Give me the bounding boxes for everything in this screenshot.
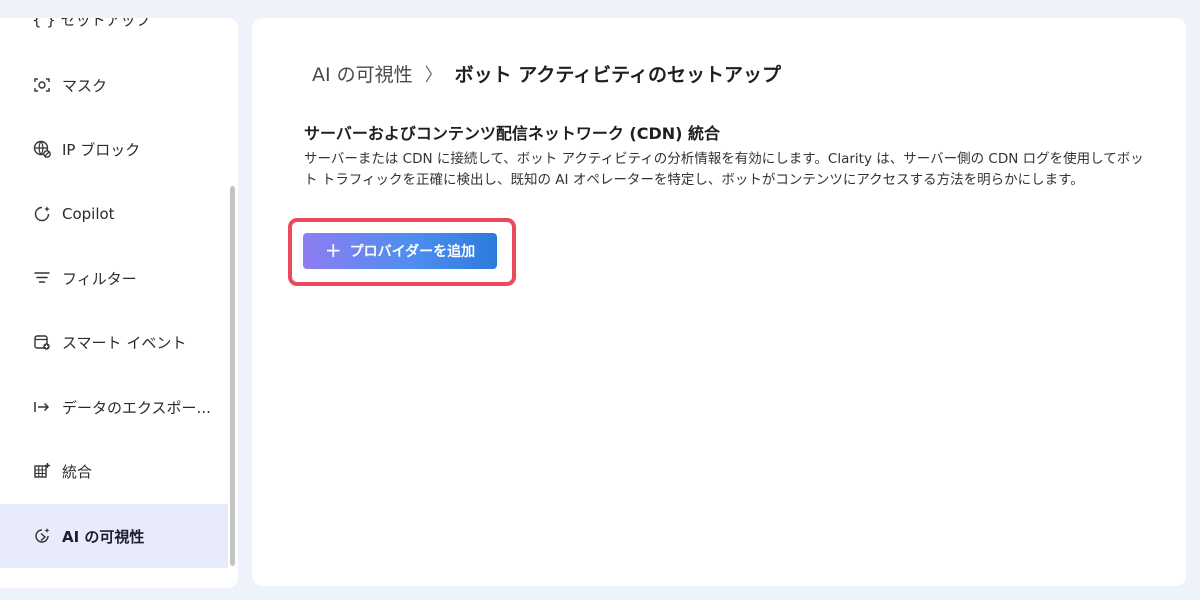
sidebar-item-label: { } セットアップ [32, 18, 151, 29]
integration-icon [32, 461, 52, 481]
sidebar-item-copilot[interactable]: Copilot [0, 183, 228, 245]
breadcrumb-parent-link[interactable]: AI の可視性 [312, 60, 413, 87]
mask-icon [32, 75, 52, 95]
sidebar-item-data-export[interactable]: データのエクスポー... [0, 376, 228, 438]
sidebar-item-integration[interactable]: 統合 [0, 440, 228, 502]
sidebar-item-label: AI の可視性 [62, 527, 145, 546]
breadcrumb-separator-icon: 〉 [424, 64, 443, 86]
sidebar-item-label: マスク [62, 76, 108, 95]
sidebar-item-label: 統合 [62, 462, 93, 481]
sidebar-scrollbar[interactable] [230, 186, 235, 566]
breadcrumb: AI の可視性 〉 ボット アクティビティのセットアップ [312, 60, 781, 87]
ai-visibility-icon [32, 526, 52, 546]
sidebar-item-smart-event[interactable]: スマート イベント [0, 311, 228, 373]
sidebar-item-ip-block[interactable]: IP ブロック [0, 118, 228, 180]
sidebar-item-label: データのエクスポー... [62, 398, 211, 417]
section-description: サーバーまたは CDN に接続して、ボット アクティビティの分析情報を有効にしま… [304, 151, 1144, 188]
add-provider-button[interactable]: + プロバイダーを追加 [303, 233, 497, 269]
export-icon [32, 397, 52, 417]
copilot-icon [32, 204, 52, 224]
sidebar-item-label: Copilot [62, 205, 115, 223]
filter-icon [32, 268, 52, 288]
sidebar-item-setup[interactable]: { } セットアップ [0, 18, 228, 50]
main-panel: AI の可視性 〉 ボット アクティビティのセットアップ サーバーおよびコンテン… [252, 18, 1186, 586]
add-provider-label: プロバイダーを追加 [349, 244, 476, 260]
smart-event-icon [32, 332, 52, 352]
sidebar-item-filter[interactable]: フィルター [0, 247, 228, 309]
globe-block-icon [32, 139, 52, 159]
sidebar-item-mask[interactable]: マスク [0, 54, 228, 116]
sidebar: { } セットアップ マスク IP ブロック Copilot フィルター スマー… [0, 18, 238, 588]
sidebar-item-label: フィルター [62, 269, 137, 288]
sidebar-item-ai-visibility[interactable]: AI の可視性 [0, 504, 228, 568]
sidebar-item-label: スマート イベント [62, 333, 187, 352]
plus-icon: + [324, 238, 342, 262]
page-title: ボット アクティビティのセットアップ [454, 64, 782, 86]
section-title: サーバーおよびコンテンツ配信ネットワーク (CDN) 統合 [304, 124, 721, 143]
sidebar-item-label: IP ブロック [62, 140, 141, 159]
